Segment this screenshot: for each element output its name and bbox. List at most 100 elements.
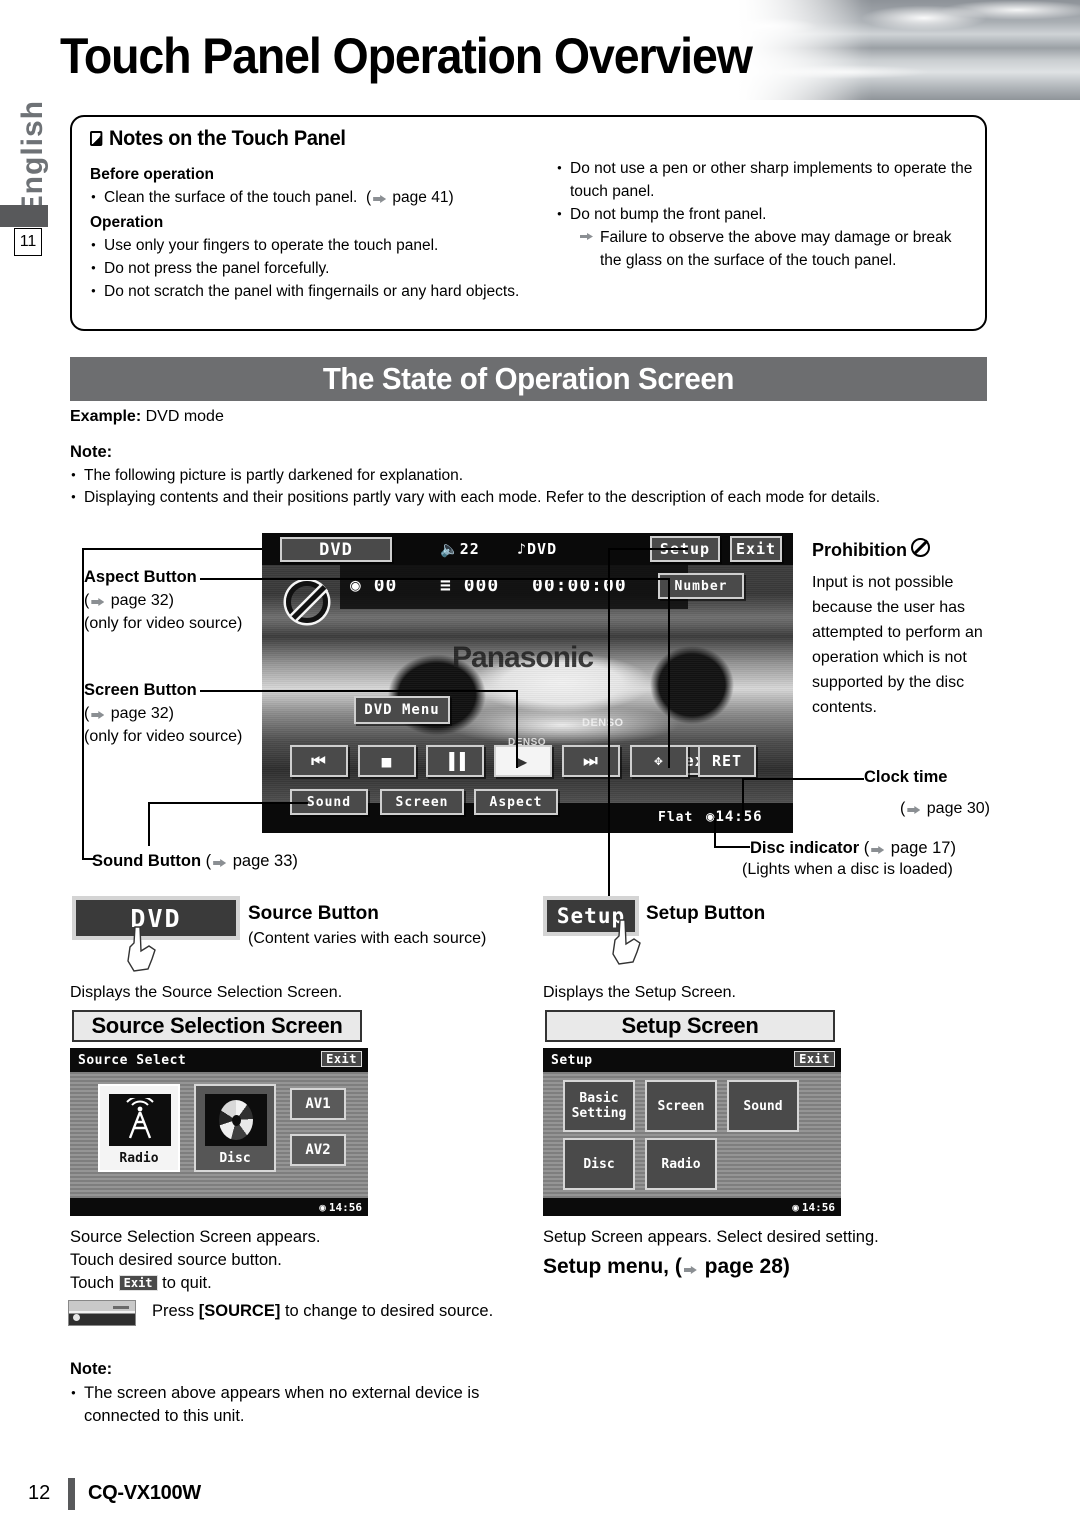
photo-sponsor-text: DENSO [582,717,624,729]
dvd-menu-button[interactable]: DVD Menu [354,696,450,724]
dvd-stop-button[interactable]: ■ [358,745,416,777]
language-tab: English [16,100,49,216]
prohibition-callout-title: Prohibition [812,540,907,560]
example-line: Example: DVD mode [70,408,224,426]
setup-tile-radio[interactable]: Radio [645,1138,717,1190]
dvd-pause-button[interactable]: ▐▐ [426,745,484,777]
section-note-items: The following picture is partly darkened… [70,464,1000,509]
setup-button-graphic[interactable]: Setup [543,896,639,936]
leader-line-clock [742,778,864,780]
source-body-line-1: Touch desired source button. [70,1251,282,1269]
leader-line-screen-v [516,690,518,768]
leader-line-source [82,548,262,550]
disc-callout-note: (Lights when a disc is loaded) [742,861,953,878]
source-body-line-0: Source Selection Screen appears. [70,1228,321,1246]
source-tile-radio[interactable]: Radio [98,1084,180,1172]
dvd-screen-button[interactable]: Screen [380,789,464,815]
arrow-icon [373,195,387,203]
dvd-volume-value: 22 [459,540,480,558]
aspect-callout-title: Aspect Button [84,568,197,586]
source-button-graphic[interactable]: DVD [72,896,240,940]
sound-callout-title: Sound Button [92,852,202,870]
before-operation-item: Clean the surface of the touch panel. ( … [90,185,540,209]
aspect-callout-page: ( page 32) [84,592,174,609]
source-row-subtitle: (Content varies with each source) [248,930,487,947]
notes-right-item-0: Do not use a pen or other sharp implemen… [556,156,976,203]
dvd-play-button[interactable]: ▶ [494,745,552,777]
source-screen-exit-button[interactable]: Exit [321,1051,362,1067]
footer-divider [68,1478,75,1510]
dvd-exit-button[interactable]: Exit [730,536,782,562]
exit-chip-inline[interactable]: Exit [118,1275,158,1291]
notes-heading: Notes on the Touch Panel [90,127,346,151]
leader-line-aspect [200,578,670,580]
dvd-number-button[interactable]: Number [658,573,744,599]
setup-tile-sound[interactable]: Sound [727,1080,799,1132]
setup-screen-titlebar: Setup Exit [543,1048,841,1072]
setup-menu-line: Setup menu, ( page 28) [543,1255,790,1278]
operation-label: Operation [90,214,164,231]
source-panel-title: Source Selection Screen [72,1010,362,1042]
setup-displays-text: Displays the Setup Screen. [543,984,736,1001]
screen-callout-title: Screen Button [84,681,197,699]
leader-line-setup-v [608,548,610,898]
source-tile-radio-label: Radio [119,1151,159,1166]
note-icon: ♪ [517,540,528,558]
source-av2-button[interactable]: AV2 [290,1134,346,1166]
disc-indicator-icon: ◉ [319,1200,326,1214]
dvd-prev-track-button[interactable]: ⏮ [290,745,348,777]
source-screen-clock: 14:56 [328,1200,362,1214]
section-title-bar: The State of Operation Screen [70,357,987,401]
arrow-icon [907,806,921,814]
antenna-icon [126,1098,154,1139]
dvd-ret-button[interactable]: RET [698,745,756,777]
setup-tile-disc[interactable]: Disc [563,1138,635,1190]
section-title-text: The State of Operation Screen [322,361,735,396]
section-note-label: Note: [70,443,113,461]
operation-item-0: Use only your fingers to operate the tou… [90,233,540,257]
dvd-source-value: DVD [527,540,558,558]
leader-line-screen [200,690,518,692]
sound-callout: Sound Button ( page 33) [92,852,298,870]
source-row-title: Source Button [248,903,379,924]
page-title: Touch Panel Operation Overview [60,28,753,84]
source-av1-button[interactable]: AV1 [290,1088,346,1120]
arrow-icon [91,598,105,606]
dvd-source-button[interactable]: DVD [280,537,392,562]
arrow-icon [213,859,227,867]
notes-left-column: Before operation Clean the surface of th… [90,163,540,303]
dvd-eq-label: Flat [658,810,694,825]
notes-box: Notes on the Touch Panel Before operatio… [70,115,987,331]
leader-line-sound [148,802,308,804]
source-selection-screen: Source Select Exit Radio Disc AV1 AV2 ◉ … [70,1048,368,1216]
clock-callout-title: Clock time [864,768,948,786]
source-screen-titlebar: Source Select Exit [70,1048,368,1072]
notes-heading-text: Notes on the Touch Panel [109,127,346,150]
source-tile-disc[interactable]: Disc [194,1084,276,1172]
dvd-source-indicator: ♪DVD [517,540,557,558]
prohibition-icon [911,538,930,557]
touch-suffix: to quit. [157,1274,212,1292]
source-key-label: [SOURCE] [198,1302,281,1320]
setup-tile-screen[interactable]: Screen [645,1080,717,1132]
page-root: Touch Panel Operation Overview English 1… [0,0,1080,1526]
photo-brand-text: Panasonic [452,641,594,674]
source-tile-disc-label: Disc [219,1151,251,1166]
source-screen-title: Source Select [78,1052,187,1068]
source-touch-exit-line: Touch Exit to quit. [70,1272,540,1296]
setup-body-line: Setup Screen appears. Select desired set… [543,1228,879,1246]
dvd-next-track-button[interactable]: ⏭ [562,745,620,777]
setup-panel-title: Setup Screen [545,1010,835,1042]
setup-screen-exit-button[interactable]: Exit [794,1051,835,1067]
disc-callout: Disc indicator ( page 17) [750,839,956,857]
cursor-pad-icon[interactable]: ✥ [630,745,688,777]
setup-screen: Setup Exit Basic Setting Screen Sound Di… [543,1048,841,1216]
leader-line-setup [608,548,688,550]
dvd-aspect-button[interactable]: Aspect [474,789,558,815]
remote-control-icon [68,1300,136,1326]
before-operation-label: Before operation [90,166,215,183]
remote-text-post: to change to desired source. [280,1302,494,1320]
setup-tile-basic-setting[interactable]: Basic Setting [563,1080,635,1132]
example-value: DVD mode [141,408,224,425]
source-screen-footer: ◉ 14:56 [70,1198,368,1216]
